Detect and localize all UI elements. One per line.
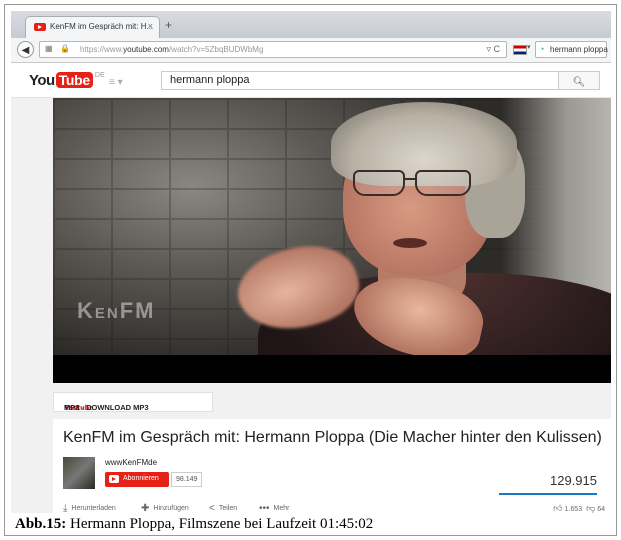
- channel-avatar[interactable]: [63, 457, 95, 489]
- reload-icon[interactable]: ▿ C: [486, 44, 500, 55]
- channel-name[interactable]: wwwKenFMde: [105, 458, 157, 467]
- like-dislike: 👍︎ 1.653 👎︎ 64: [551, 503, 605, 513]
- like-count: 1.653: [564, 506, 583, 513]
- logo-tube: Tube: [55, 72, 93, 88]
- browser-tab[interactable]: KenFM im Gespräch mit: H... ×: [25, 16, 160, 38]
- subscribe-label: Abonnieren: [123, 475, 159, 482]
- fastyoutubemp3-banner[interactable]: Fast Youtube MP3 - DOWNLOAD MP3: [53, 392, 213, 412]
- search-icon: 🔍︎: [572, 77, 586, 88]
- video-title: KenFM im Gespräch mit: Hermann Ploppa (D…: [63, 429, 602, 446]
- thumbs-down-icon[interactable]: 👎︎: [586, 503, 595, 513]
- youtube-search-value: hermann ploppa: [170, 74, 250, 86]
- youtube-header: You Tube DE ≡ ▾ hermann ploppa 🔍︎: [11, 63, 611, 98]
- dislike-count: 64: [597, 506, 605, 513]
- url-text: https://www.youtube.com/watch?v=5ZbqBUDW…: [80, 45, 264, 54]
- download-icon: ⤓: [63, 503, 68, 513]
- tab-title: KenFM im Gespräch mit: H...: [50, 22, 154, 31]
- plus-icon: ✚: [141, 503, 150, 513]
- more-button[interactable]: ••• Mehr: [259, 503, 289, 513]
- chevron-down-icon[interactable]: ▾: [527, 43, 531, 51]
- youtube-search-button[interactable]: 🔍︎: [558, 71, 600, 90]
- youtube-logo[interactable]: You Tube DE: [29, 72, 105, 90]
- browser-search-value: hermann ploppa: [550, 45, 608, 54]
- caption-label: Abb.15:: [15, 516, 67, 532]
- more-icon: •••: [259, 503, 270, 513]
- share-icon: <: [209, 503, 215, 513]
- caption-text: Hermann Ploppa, Filmszene bei Laufzeit 0…: [66, 516, 374, 532]
- subscriber-count: 98.149: [171, 472, 203, 487]
- video-frame: KenFM: [53, 98, 611, 355]
- download-button[interactable]: ⤓ Herunterladen: [63, 503, 116, 513]
- back-button[interactable]: ◀: [17, 41, 34, 58]
- kenfm-watermark: KenFM: [77, 298, 156, 323]
- back-arrow-icon: ◀: [21, 45, 30, 56]
- add-to-button[interactable]: ✚ Hinzufügen: [141, 503, 189, 513]
- logo-country: DE: [94, 72, 105, 79]
- youtube-play-icon: [109, 475, 119, 483]
- youtube-search-input[interactable]: hermann ploppa: [161, 71, 559, 90]
- video-metadata: KenFM im Gespräch mit: Hermann Ploppa (D…: [53, 419, 611, 513]
- tab-close-icon[interactable]: ×: [148, 21, 153, 31]
- youtube-favicon-icon: [34, 23, 46, 31]
- subscribe-button[interactable]: Abonnieren: [105, 472, 169, 487]
- flag-icon[interactable]: [513, 45, 527, 55]
- new-tab-button[interactable]: +: [165, 18, 172, 32]
- navigation-bar: ◀ ▦ 🔒 https://www.youtube.com/watch?v=5Z…: [11, 38, 611, 63]
- address-bar[interactable]: ▦ 🔒 https://www.youtube.com/watch?v=5Zbq…: [39, 41, 507, 58]
- share-button[interactable]: < Teilen: [209, 503, 237, 513]
- screenshot: KenFM im Gespräch mit: H... × + ◀ ▦ 🔒 ht…: [11, 11, 611, 513]
- view-count: 129.915: [550, 473, 597, 488]
- browser-search-box[interactable]: ◔ hermann ploppa: [535, 41, 608, 58]
- tab-strip: KenFM im Gespräch mit: H... × +: [11, 11, 611, 39]
- guide-menu-icon[interactable]: ≡ ▾: [109, 77, 123, 88]
- logo-you: You: [29, 72, 55, 89]
- search-engine-icon: ◔: [539, 44, 545, 54]
- lock-icon: 🔒: [60, 44, 70, 53]
- video-player[interactable]: KenFM: [53, 98, 611, 383]
- figure-caption: Abb.15: Hermann Ploppa, Filmszene bei La…: [15, 516, 373, 533]
- like-ratio-bar: [499, 493, 597, 495]
- figure-frame: KenFM im Gespräch mit: H... × + ◀ ▦ 🔒 ht…: [4, 4, 617, 536]
- info-icon[interactable]: ▦: [45, 44, 53, 53]
- thumbs-up-icon[interactable]: 👍︎: [553, 503, 562, 513]
